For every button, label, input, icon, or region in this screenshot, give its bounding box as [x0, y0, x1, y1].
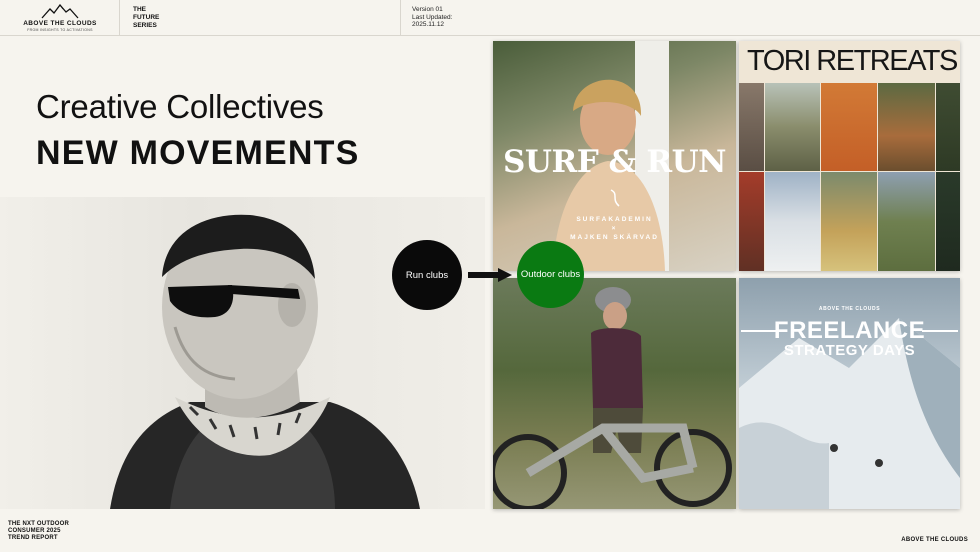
run-clubs-circle[interactable]: Run clubs: [392, 240, 462, 310]
snowy-mountain-illustration: [739, 318, 960, 509]
tori-photo: [878, 172, 935, 271]
tori-title: TORI RETREATS: [747, 45, 958, 77]
outdoor-clubs-circle[interactable]: Outdoor clubs: [517, 241, 584, 308]
arrow-right-icon: [468, 268, 512, 282]
series-line: SERIES: [133, 22, 157, 29]
cyclist-illustration: [493, 287, 732, 509]
headline-primary: Creative Collectives: [36, 88, 324, 125]
series-label: THE FUTURE SERIES: [133, 6, 159, 30]
wave-icon: [610, 189, 620, 207]
freelance-subtitle: STRATEGY DAYS: [783, 342, 916, 359]
tori-retreats-tile[interactable]: TORI RETREATS: [739, 41, 960, 271]
last-updated-date: 2025.11.12: [412, 21, 445, 28]
tori-photo: [936, 83, 960, 171]
tori-photo: [765, 172, 820, 271]
surf-sub-line: SURFAKADEMIN: [576, 216, 653, 223]
report-line: TREND REPORT: [8, 535, 58, 541]
footer-brand: ABOVE THE CLOUDS: [901, 537, 968, 543]
surf-and-run-tile[interactable]: SURF & RUN SURFAKADEMIN × MAJKEN SKÄRVAD: [493, 41, 736, 271]
report-title: THE NXT OUTDOOR CONSUMER 2025 TREND REPO…: [8, 521, 69, 542]
tori-photo: [878, 83, 935, 171]
tori-photo: [739, 83, 764, 171]
report-line: CONSUMER 2025: [8, 528, 61, 534]
cyclist-tile[interactable]: [493, 278, 736, 509]
freelance-title: FREELANCE: [773, 317, 926, 344]
headline-secondary: NEW MOVEMENTS: [36, 134, 360, 172]
series-line: THE: [133, 6, 146, 13]
tori-photo-grid: [739, 83, 960, 271]
tori-photo: [765, 83, 820, 171]
tori-photo: [739, 172, 764, 271]
tori-photo: [821, 172, 877, 271]
tori-photo: [936, 172, 960, 271]
surf-sub-line: ×: [611, 225, 618, 232]
surf-sub-line: MAJKEN SKÄRVAD: [570, 234, 659, 241]
top-bar: ABOVE THE CLOUDS FROM INSIGHTS TO ACTIVA…: [0, 0, 980, 36]
mountain-icon: [41, 3, 79, 19]
version-info: Version 01 Last Updated: 2025.11.12: [412, 6, 452, 29]
report-line: THE NXT OUTDOOR: [8, 521, 69, 527]
freelance-strategy-tile[interactable]: ABOVE THE CLOUDS FREELANCE STRATEGY DAYS: [739, 278, 960, 509]
series-line: FUTURE: [133, 14, 160, 21]
version-number: Version 01: [412, 6, 443, 13]
last-updated-label: Last Updated:: [412, 13, 453, 21]
run-clubs-label: Run clubs: [405, 269, 449, 281]
freelance-brand: ABOVE THE CLOUDS: [818, 306, 881, 312]
surf-subtitle: SURFAKADEMIN × MAJKEN SKÄRVAD: [493, 215, 736, 242]
surf-title: SURF & RUN: [503, 144, 726, 180]
outdoor-clubs-label: Outdoor clubs: [520, 269, 581, 280]
header-divider: [400, 0, 401, 36]
brand-name: ABOVE THE CLOUDS: [23, 20, 97, 27]
brand-block[interactable]: ABOVE THE CLOUDS FROM INSIGHTS TO ACTIVA…: [0, 0, 120, 36]
tori-photo: [821, 83, 877, 171]
brand-tagline: FROM INSIGHTS TO ACTIVATIONS: [27, 28, 93, 32]
